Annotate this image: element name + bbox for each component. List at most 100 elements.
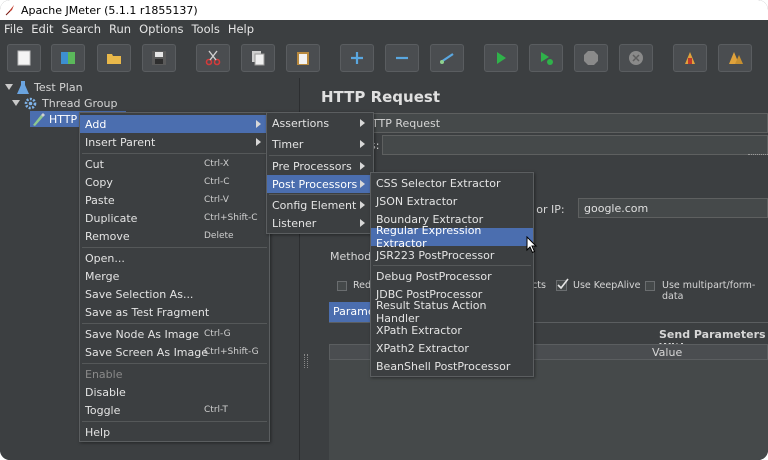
menu-tools[interactable]: Tools bbox=[191, 22, 219, 36]
server-field[interactable]: google.com bbox=[578, 198, 768, 218]
menu-item-jsr223-postprocessor[interactable]: JSR223 PostProcessor bbox=[371, 246, 533, 264]
menu-item-xpath2-extractor[interactable]: XPath2 Extractor bbox=[371, 339, 533, 357]
menu-item-insert-parent[interactable]: Insert Parent bbox=[80, 133, 269, 151]
clear-all-button[interactable] bbox=[718, 44, 752, 72]
menu-help[interactable]: Help bbox=[228, 22, 254, 36]
post-processors-submenu: CSS Selector Extractor JSON Extractor Bo… bbox=[370, 172, 534, 377]
tree-node-test-plan[interactable]: Test Plan bbox=[5, 79, 83, 95]
menu-item-save-selection-as[interactable]: Save Selection As... bbox=[80, 285, 269, 303]
value-column-header: Value bbox=[652, 346, 683, 359]
menu-item-listener[interactable]: Listener bbox=[267, 214, 373, 232]
menu-item-copy[interactable]: Copy Ctrl-C bbox=[80, 173, 269, 191]
menu-item-save-node-as-image[interactable]: Save Node As Image Ctrl-G bbox=[80, 325, 269, 343]
menu-item-add[interactable]: Add bbox=[80, 115, 269, 133]
menu-item-help[interactable]: Help bbox=[80, 423, 269, 441]
start-button[interactable] bbox=[484, 44, 518, 72]
menu-item-open[interactable]: Open... bbox=[80, 249, 269, 267]
clear-button[interactable] bbox=[673, 44, 707, 72]
tree-node-thread-group[interactable]: Thread Group bbox=[12, 95, 117, 111]
menu-item-paste[interactable]: Paste Ctrl-V bbox=[80, 191, 269, 209]
menu-separator bbox=[82, 247, 267, 248]
templates-button[interactable] bbox=[51, 44, 85, 72]
redirects-label: cts bbox=[532, 280, 546, 291]
multipart-label: Use multipart/form-data bbox=[662, 280, 756, 302]
menu-item-config-element[interactable]: Config Element bbox=[267, 196, 373, 214]
menu-item-css-selector-extractor[interactable]: CSS Selector Extractor bbox=[371, 174, 533, 192]
menu-item-disable[interactable]: Disable bbox=[80, 383, 269, 401]
multipart-checkbox[interactable] bbox=[645, 281, 655, 291]
test-plan-icon bbox=[17, 80, 29, 94]
panel-title: HTTP Request bbox=[321, 88, 440, 106]
paste-icon bbox=[297, 52, 309, 65]
menu-search[interactable]: Search bbox=[62, 22, 102, 36]
menu-item-merge[interactable]: Merge bbox=[80, 267, 269, 285]
submenu-arrow-icon bbox=[360, 219, 365, 227]
splitter-grip[interactable] bbox=[304, 354, 308, 368]
menu-item-pre-processors[interactable]: Pre Processors bbox=[267, 157, 373, 175]
expand-arrow-icon[interactable] bbox=[5, 84, 13, 90]
jmeter-window: Apache JMeter (5.1.1 r1855137) File Edit… bbox=[0, 0, 768, 460]
collapse-icon bbox=[396, 56, 408, 60]
toolbar bbox=[0, 38, 768, 78]
start-no-pause-icon bbox=[541, 52, 553, 65]
new-icon bbox=[17, 50, 31, 66]
menu-item-save-screen-as-image[interactable]: Save Screen As Image Ctrl+Shift-G bbox=[80, 343, 269, 361]
start-no-pause-button[interactable] bbox=[529, 44, 563, 72]
menu-item-assertions[interactable]: Assertions bbox=[267, 114, 373, 132]
toggle-button[interactable] bbox=[430, 44, 464, 72]
menu-edit[interactable]: Edit bbox=[31, 22, 53, 36]
menu-item-timer[interactable]: Timer bbox=[267, 135, 373, 153]
menu-file[interactable]: File bbox=[4, 22, 23, 36]
menu-item-toggle[interactable]: Toggle Ctrl-T bbox=[80, 401, 269, 419]
menu-item-result-status-action-handler[interactable]: Result Status Action Handler bbox=[371, 299, 533, 325]
menu-item-debug-postprocessor[interactable]: Debug PostProcessor bbox=[371, 267, 533, 285]
menu-item-cut[interactable]: Cut Ctrl-X bbox=[80, 155, 269, 173]
paste-button[interactable] bbox=[286, 44, 320, 72]
submenu-arrow-icon bbox=[360, 162, 365, 170]
window-title: Apache JMeter (5.1.1 r1855137) bbox=[21, 3, 198, 17]
menu-separator bbox=[82, 153, 267, 154]
menu-item-enable: Enable bbox=[85, 367, 123, 381]
name-field[interactable]: TTP Request bbox=[364, 113, 768, 133]
open-button[interactable] bbox=[97, 44, 131, 72]
menu-item-xpath-extractor[interactable]: XPath Extractor bbox=[371, 321, 533, 339]
collapse-all-button[interactable] bbox=[385, 44, 419, 72]
stop-button[interactable] bbox=[574, 44, 608, 72]
redirect-checkbox[interactable] bbox=[337, 281, 347, 291]
copy-button[interactable] bbox=[241, 44, 275, 72]
save-button[interactable] bbox=[142, 44, 176, 72]
menu-separator bbox=[373, 265, 531, 266]
submenu-arrow-icon bbox=[360, 201, 365, 209]
cut-button[interactable] bbox=[196, 44, 230, 72]
shutdown-button[interactable] bbox=[619, 44, 653, 72]
copy-icon bbox=[252, 51, 265, 66]
gear-icon bbox=[24, 97, 37, 109]
tab-parameters[interactable]: Parame bbox=[329, 302, 375, 322]
sampler-pen-icon bbox=[33, 112, 45, 126]
resize-grip[interactable] bbox=[748, 154, 768, 156]
menu-options[interactable]: Options bbox=[139, 22, 183, 36]
keepalive-label: Use KeepAlive bbox=[573, 280, 641, 291]
menu-item-regular-expression-extractor[interactable]: Regular Expression Extractor bbox=[371, 224, 533, 250]
expand-arrow-icon[interactable] bbox=[12, 100, 20, 106]
menu-item-json-extractor[interactable]: JSON Extractor bbox=[371, 192, 533, 210]
menu-run[interactable]: Run bbox=[109, 22, 131, 36]
expand-icon bbox=[351, 52, 363, 64]
new-button[interactable] bbox=[7, 44, 41, 72]
menu-item-duplicate[interactable]: Duplicate Ctrl+Shift-C bbox=[80, 209, 269, 227]
templates-icon bbox=[61, 52, 75, 64]
start-icon bbox=[497, 52, 506, 64]
expand-all-button[interactable] bbox=[340, 44, 374, 72]
redirect-label: Red bbox=[353, 280, 372, 291]
menu-item-beanshell-postprocessor[interactable]: BeanShell PostProcessor bbox=[371, 357, 533, 375]
keepalive-checkbox-checked-icon[interactable] bbox=[556, 278, 569, 291]
comments-field[interactable] bbox=[382, 135, 768, 155]
open-icon bbox=[107, 54, 121, 64]
menu-separator bbox=[82, 363, 267, 364]
menu-item-save-as-test-fragment[interactable]: Save as Test Fragment bbox=[80, 303, 269, 321]
menu-item-post-processors[interactable]: Post Processors bbox=[267, 175, 373, 193]
clear-all-icon bbox=[729, 52, 743, 64]
menu-item-remove[interactable]: Remove Delete bbox=[80, 227, 269, 245]
cut-icon bbox=[205, 50, 221, 66]
menu-separator bbox=[82, 323, 267, 324]
